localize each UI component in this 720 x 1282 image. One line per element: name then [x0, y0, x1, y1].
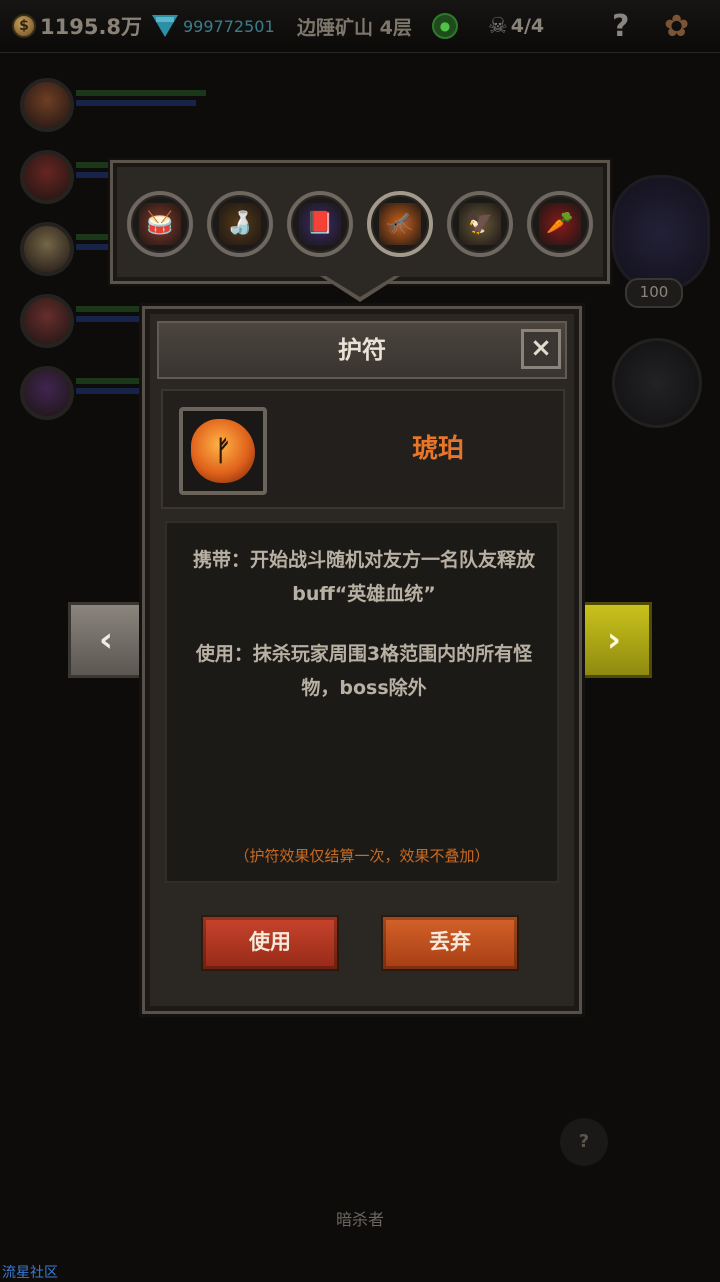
drum-icon[interactable]: 🥁: [139, 203, 181, 245]
dialog-header: 护符: [157, 321, 567, 379]
help-icon[interactable]: ?: [612, 9, 629, 44]
hint-icon[interactable]: ?: [560, 1118, 608, 1166]
floor-name: 边陲矿山 4层: [297, 16, 412, 39]
item-name: 琥珀: [411, 434, 464, 464]
next-arrow-button[interactable]: ›: [576, 602, 652, 678]
hero-portrait[interactable]: [20, 366, 74, 420]
prev-arrow-button[interactable]: ‹: [68, 602, 144, 678]
use-effect-text: 使用：抹杀玩家周围3格范围内的所有怪物，boss除外: [195, 643, 533, 699]
charm-slot[interactable]: 📕: [287, 183, 353, 263]
angel-count: 100: [625, 278, 683, 308]
skull-icon: ☠: [488, 13, 508, 39]
description-panel: 携带：开始战斗随机对友方一名队友释放buff“英雄血统” 使用：抹杀玩家周围3格…: [165, 521, 559, 883]
charm-selector: 🥁 🍶 📕 🦟 🦅 🥕: [110, 160, 610, 284]
angel-portrait[interactable]: [612, 175, 710, 291]
settings-button[interactable]: ✿: [664, 9, 689, 44]
hero-portrait[interactable]: [20, 150, 74, 204]
charm-slot[interactable]: 🥁: [127, 183, 193, 263]
status-indicator[interactable]: ●: [432, 10, 458, 42]
hero-hp-bar: [76, 90, 206, 96]
close-button[interactable]: ×: [521, 329, 561, 369]
carry-effect-text: 携带：开始战斗随机对友方一名队友释放buff“英雄血统”: [192, 549, 535, 605]
kill-count: 4/4: [510, 15, 545, 37]
dialog-title: 护符: [338, 336, 386, 364]
slime-icon[interactable]: ●: [432, 13, 458, 39]
item-panel: ᚠ 琥珀: [161, 389, 565, 509]
charm-slot[interactable]: 🍶: [207, 183, 273, 263]
watermark: 流星社区: [2, 1265, 58, 1281]
enemy-label: 暗杀者: [335, 1210, 384, 1229]
gourd-icon[interactable]: 🍶: [219, 203, 261, 245]
arrow-charm-icon[interactable]: 🥕: [539, 203, 581, 245]
hero-portrait[interactable]: [20, 294, 74, 348]
charm-slot[interactable]: 🦅: [447, 183, 513, 263]
effect-note: （护符效果仅结算一次，效果不叠加）: [234, 847, 490, 865]
floor-indicator: 边陲矿山 4层: [297, 10, 412, 42]
book-icon[interactable]: 📕: [299, 203, 341, 245]
diamond-icon: [152, 15, 178, 37]
gem-counter: 999772501: [152, 10, 275, 42]
use-button[interactable]: 使用: [201, 915, 339, 971]
gem-amount: 999772501: [183, 16, 275, 36]
hero-portrait[interactable]: [20, 222, 74, 276]
amber-icon[interactable]: 🦟: [379, 203, 421, 245]
selector-pointer-inner: [326, 276, 394, 297]
gold-counter: $ 1195.8万: [12, 10, 142, 42]
coin-icon: $: [12, 14, 36, 38]
gear-icon[interactable]: ✿: [664, 9, 689, 44]
discard-button[interactable]: 丢弃: [381, 915, 519, 971]
hero-slot[interactable]: [14, 72, 214, 132]
charm-dialog: 护符 × ᚠ 琥珀 携带：开始战斗随机对友方一名队友释放buff“英雄血统” 使…: [142, 306, 582, 1014]
gold-amount: 1195.8万: [40, 15, 143, 39]
charm-slot[interactable]: 🥕: [527, 183, 593, 263]
help-button[interactable]: ?: [612, 9, 629, 44]
raven-portrait[interactable]: [612, 338, 702, 428]
amber-icon: ᚠ: [191, 419, 255, 483]
kill-counter: ☠ 4/4: [488, 10, 544, 42]
hero-portrait[interactable]: [20, 78, 74, 132]
item-icon-frame: ᚠ: [179, 407, 267, 495]
charm-slot[interactable]: 🦟: [367, 183, 433, 263]
top-hud: $ 1195.8万 999772501 边陲矿山 4层 ● ☠ 4/4 ? ✿: [0, 0, 720, 53]
griffin-icon[interactable]: 🦅: [459, 203, 501, 245]
hero-mp-bar: [76, 100, 196, 106]
